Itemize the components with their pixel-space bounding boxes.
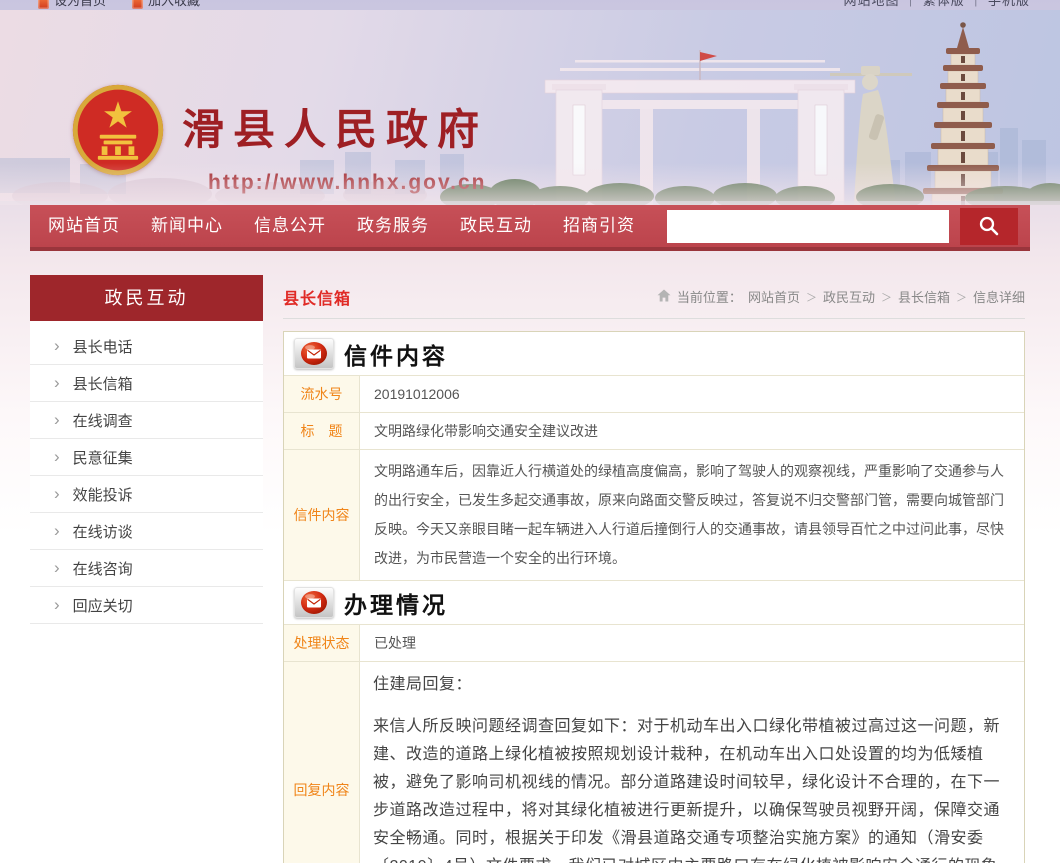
search-button[interactable] — [960, 208, 1018, 245]
chevron-right-icon: › — [54, 596, 60, 613]
sidebar-item-respond-concerns[interactable]: › 回应关切 — [30, 587, 263, 624]
chevron-right-icon: › — [54, 337, 60, 354]
page-title: 县长信箱 — [283, 285, 351, 309]
chevron-right-icon: › — [54, 411, 60, 428]
reply-label: 回复内容 — [284, 662, 360, 863]
section-title: 办理情况 — [344, 586, 448, 620]
breadcrumb-link-detail[interactable]: 信息详细 — [973, 287, 1025, 306]
serial-number-value: 20191012006 — [360, 376, 1024, 412]
letter-content-value: 文明路通车后，因靠近人行横道处的绿植高度偏高，影响了驾驶人的观察视线，严重影响了… — [360, 450, 1024, 580]
sidebar-item-county-phone[interactable]: › 县长电话 — [30, 328, 263, 365]
handling-section-header: 办理情况 — [284, 581, 1024, 625]
sidebar: 政民互动 › 县长电话 › 县长信箱 › 在线调查 › 民意征集 › 效能投诉 › 在线访谈… — [30, 275, 263, 650]
letter-content-section-header: 信件内容 — [284, 332, 1024, 376]
breadcrumb-link-interaction[interactable]: 政民互动 — [823, 287, 875, 306]
breadcrumb-link-home[interactable]: 网站首页 — [748, 287, 800, 306]
serial-number-label: 流水号 — [284, 376, 360, 412]
national-emblem-icon — [70, 82, 166, 178]
topbar-link-add-favorite[interactable]: 加入收藏 — [132, 0, 200, 9]
main-content: 县长信箱 当前位置： 网站首页 ＞ 政民互动 ＞ 县长信箱 ＞ 信息详细 — [283, 275, 1025, 863]
breadcrumb-separator: ＞ — [956, 289, 967, 305]
sidebar-item-label: 民意征集 — [73, 447, 133, 468]
pagoda-illustration — [923, 22, 1003, 205]
sidebar-item-efficiency-complaint[interactable]: › 效能投诉 — [30, 476, 263, 513]
chevron-right-icon: › — [54, 374, 60, 391]
sidebar-item-online-survey[interactable]: › 在线调查 — [30, 402, 263, 439]
home-icon — [657, 289, 671, 302]
topbar-right-links[interactable]: 网站地图 ｜ 繁体版 ｜ 手机版 — [844, 0, 1030, 9]
search-box — [667, 208, 1018, 245]
breadcrumb-location-label: 当前位置： — [677, 287, 742, 306]
mail-icon — [294, 587, 334, 618]
sidebar-item-online-interview[interactable]: › 在线访谈 — [30, 513, 263, 550]
nav-item-news[interactable]: 新闻中心 — [149, 203, 225, 249]
mail-icon — [294, 338, 334, 369]
site-brand: 滑县人民政府 http://www.hnhx.gov.cn — [70, 82, 488, 195]
letter-content-label: 信件内容 — [284, 450, 360, 580]
search-icon — [977, 214, 1001, 238]
sidebar-item-label: 效能投诉 — [73, 484, 133, 505]
chevron-right-icon: › — [54, 522, 60, 539]
reply-intro: 住建局回复： — [373, 671, 1011, 699]
sidebar-item-online-consult[interactable]: › 在线咨询 — [30, 550, 263, 587]
sidebar-item-opinion-solicit[interactable]: › 民意征集 — [30, 439, 263, 476]
chevron-right-icon: › — [54, 559, 60, 576]
topbar-link-label: 设为首页 — [54, 0, 106, 9]
breadcrumb-separator: ＞ — [881, 289, 892, 305]
sidebar-item-label: 县长信箱 — [73, 373, 133, 394]
topbar: 设为首页 加入收藏 网站地图 ｜ 繁体版 ｜ 手机版 — [0, 0, 1060, 10]
sidebar-item-label: 在线咨询 — [73, 558, 133, 579]
reply-body: 来信人所反映问题经调查回复如下：对于机动车出入口绿化带植被过高过这一问题，新建、… — [373, 713, 1011, 863]
table-row-serial: 流水号 20191012006 — [284, 376, 1024, 413]
nav-item-public-interaction[interactable]: 政民互动 — [458, 203, 534, 249]
table-row-reply: 回复内容 住建局回复： 来信人所反映问题经调查回复如下：对于机动车出入口绿化带植… — [284, 662, 1024, 863]
sidebar-item-label: 在线调查 — [73, 410, 133, 431]
reply-value: 住建局回复： 来信人所反映问题经调查回复如下：对于机动车出入口绿化带植被过高过这… — [360, 662, 1024, 863]
breadcrumb-link-mailbox[interactable]: 县长信箱 — [898, 287, 950, 306]
table-row-letter-content: 信件内容 文明路通车后，因靠近人行横道处的绿植高度偏高，影响了驾驶人的观察视线，… — [284, 450, 1024, 581]
status-value: 已处理 — [360, 625, 1024, 661]
sidebar-item-label: 在线访谈 — [73, 521, 133, 542]
status-label: 处理状态 — [284, 625, 360, 661]
table-row-status: 处理状态 已处理 — [284, 625, 1024, 662]
breadcrumb-separator: ＞ — [806, 289, 817, 305]
nav-item-home[interactable]: 网站首页 — [46, 203, 122, 249]
nav-item-info-disclosure[interactable]: 信息公开 — [252, 203, 328, 249]
nav-item-investment[interactable]: 招商引资 — [561, 203, 637, 249]
home-shortcut-icon — [38, 0, 49, 9]
gate-illustration — [545, 50, 855, 205]
page: 设为首页 加入收藏 网站地图 ｜ 繁体版 ｜ 手机版 — [0, 0, 1060, 863]
topbar-link-set-homepage[interactable]: 设为首页 — [38, 0, 106, 9]
section-title: 信件内容 — [344, 337, 448, 371]
sidebar-item-county-mailbox[interactable]: › 县长信箱 — [30, 365, 263, 402]
subject-value: 文明路绿化带影响交通安全建议改进 — [360, 413, 1024, 449]
sidebar-title: 政民互动 — [30, 275, 263, 321]
sidebar-item-label: 回应关切 — [73, 595, 133, 616]
sidebar-item-label: 县长电话 — [73, 336, 133, 357]
site-name: 滑县人民政府 — [182, 96, 488, 157]
table-row-subject: 标 题 文明路绿化带影响交通安全建议改进 — [284, 413, 1024, 450]
letter-detail-panel: 信件内容 流水号 20191012006 标 题 文明路绿化带影响交通安全建议改… — [283, 331, 1025, 863]
topbar-link-label: 加入收藏 — [148, 0, 200, 9]
chevron-right-icon: › — [54, 448, 60, 465]
subject-label: 标 题 — [284, 413, 360, 449]
breadcrumb: 当前位置： 网站首页 ＞ 政民互动 ＞ 县长信箱 ＞ 信息详细 — [657, 287, 1025, 306]
site-url: http://www.hnhx.gov.cn — [208, 171, 488, 195]
search-input[interactable] — [667, 210, 949, 243]
nav-item-gov-services[interactable]: 政务服务 — [355, 203, 431, 249]
chevron-right-icon: › — [54, 485, 60, 502]
star-favorite-icon — [132, 0, 143, 9]
site-header: 滑县人民政府 http://www.hnhx.gov.cn — [0, 10, 1060, 205]
breadcrumb-row: 县长信箱 当前位置： 网站首页 ＞ 政民互动 ＞ 县长信箱 ＞ 信息详细 — [283, 275, 1025, 319]
main-nav: 网站首页 新闻中心 信息公开 政务服务 政民互动 招商引资 — [30, 205, 1030, 251]
